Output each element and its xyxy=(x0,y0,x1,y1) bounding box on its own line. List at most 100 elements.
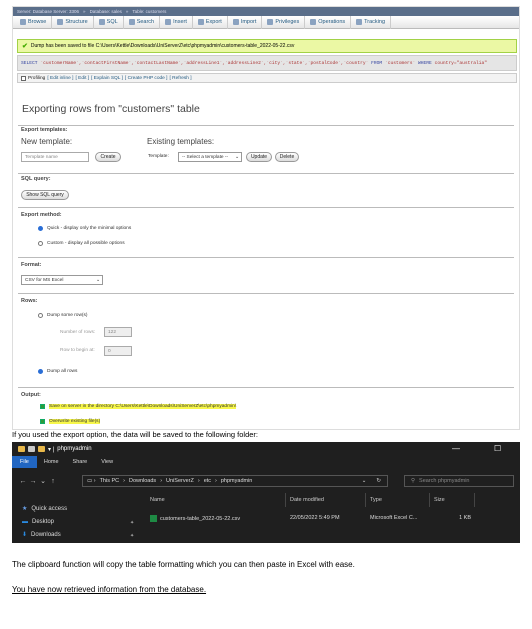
create-php-link[interactable]: [ Create PHP code ] xyxy=(125,76,168,81)
tab-import[interactable]: Import xyxy=(228,15,263,29)
sql-condition: country="australia" xyxy=(434,60,487,66)
path-separator: › xyxy=(215,478,217,484)
file-row[interactable]: customers-table_2022-05-22.csv 22/05/202… xyxy=(146,512,520,524)
nav-desktop[interactable]: ▬ Desktop xyxy=(22,515,67,528)
method-quick-option[interactable]: Quick - display only the minimal options xyxy=(38,226,131,231)
ribbon-tab-share[interactable]: Share xyxy=(66,459,95,465)
explain-sql-link[interactable]: [ Explain SQL ] xyxy=(91,76,123,81)
breadcrumb-separator: » xyxy=(125,9,129,14)
nav-label: Downloads xyxy=(31,531,61,538)
breadcrumb-database[interactable]: Database: sales xyxy=(90,9,122,14)
column-date-modified[interactable]: Date modified xyxy=(286,493,366,507)
tab-label: Browse xyxy=(28,19,47,25)
chevron-down-icon: ⌄ xyxy=(234,154,239,160)
column-type[interactable]: Type xyxy=(366,493,430,507)
excel-csv-icon xyxy=(150,514,157,522)
tab-insert[interactable]: Insert xyxy=(160,15,193,29)
tab-sql[interactable]: SQL xyxy=(94,15,124,29)
refresh-icon[interactable]: ↻ xyxy=(376,478,381,484)
template-name-input[interactable]: Template name xyxy=(21,152,89,162)
minimize-button[interactable]: — xyxy=(452,444,460,453)
import-icon xyxy=(232,19,239,25)
browse-icon xyxy=(20,19,26,25)
back-icon[interactable]: ← xyxy=(18,478,28,485)
row-to-begin-input[interactable]: 0 xyxy=(104,346,132,356)
tab-privileges[interactable]: Privileges xyxy=(262,15,306,29)
dump-all-rows-radio[interactable] xyxy=(38,369,43,374)
row-to-begin-label: Row to begin at: xyxy=(60,348,95,353)
path-segment[interactable]: Downloads xyxy=(129,478,156,484)
dump-all-rows-option[interactable]: Dump all rows xyxy=(38,369,77,374)
method-custom-radio[interactable] xyxy=(38,241,43,246)
show-sql-query-button[interactable]: Show SQL query xyxy=(21,190,69,200)
download-icon: ⬇ xyxy=(22,532,28,538)
path-segment[interactable]: phpmyadmin xyxy=(221,478,253,484)
column-name[interactable]: Name xyxy=(146,493,286,507)
structure-icon xyxy=(57,19,64,25)
dump-some-rows-radio[interactable] xyxy=(38,313,43,318)
divider xyxy=(18,387,514,388)
tab-label: Import xyxy=(240,19,257,25)
template-select[interactable]: -- Select a template -- ⌄ xyxy=(178,152,242,162)
path-segment[interactable]: etc xyxy=(204,478,211,484)
path-segment[interactable]: This PC xyxy=(100,478,120,484)
column-size[interactable]: Size xyxy=(430,493,475,507)
format-heading: Format: xyxy=(21,262,42,268)
refresh-link[interactable]: [ Refresh ] xyxy=(170,76,192,81)
tab-operations[interactable]: Operations xyxy=(305,15,352,29)
edit-inline-link[interactable]: [ Edit inline ] xyxy=(47,76,73,81)
success-text: Dump has been saved to file C:\Users\Ket… xyxy=(30,43,295,49)
address-bar[interactable]: ▭ › This PC › Downloads › UniServerZ › etc ›… xyxy=(82,475,388,487)
tab-label: Export xyxy=(205,19,222,25)
explorer-ribbon: File Home Share View xyxy=(12,456,520,468)
nav-label: Desktop xyxy=(32,518,55,525)
chevron-down-icon[interactable]: ⌄ xyxy=(38,477,48,485)
sql-icon xyxy=(98,19,105,25)
number-of-rows-input[interactable]: 122 xyxy=(104,327,132,337)
chevron-down-icon[interactable]: ⌄ xyxy=(362,478,367,484)
tab-search[interactable]: Search xyxy=(124,15,161,29)
ribbon-tab-view[interactable]: View xyxy=(94,459,120,465)
sql-from: FROM xyxy=(371,60,383,66)
dump-some-rows-option[interactable]: Dump some row(s) xyxy=(38,313,88,318)
caption-export-folder: If you used the export option, the data … xyxy=(12,430,258,439)
breadcrumb-table[interactable]: Table: customers xyxy=(132,9,166,14)
edit-link[interactable]: [ Edit ] xyxy=(75,76,89,81)
maximize-button[interactable]: ☐ xyxy=(494,444,501,453)
privileges-icon xyxy=(267,19,274,25)
profiling-checkbox[interactable] xyxy=(21,75,26,81)
pin-icon[interactable]: ✦ xyxy=(130,520,134,526)
up-icon[interactable]: ↑ xyxy=(48,478,58,485)
nav-downloads[interactable]: ⬇ Downloads xyxy=(22,528,67,541)
create-template-button[interactable]: Create xyxy=(95,152,121,162)
nav-quick-access[interactable]: ★ Quick access xyxy=(22,502,67,515)
sql-table: `customers` xyxy=(384,60,416,66)
method-custom-option[interactable]: Custom - display all possible options xyxy=(38,241,125,246)
save-on-server-option[interactable]: Save on server in the directory C:\Users… xyxy=(40,404,237,409)
format-select[interactable]: CSV for MS Excel ⌄ xyxy=(21,275,103,285)
overwrite-option[interactable]: Overwrite existing file(s) xyxy=(40,419,101,424)
ribbon-tab-home[interactable]: Home xyxy=(37,459,66,465)
update-template-button[interactable]: Update xyxy=(246,152,272,162)
pin-icon[interactable]: ✦ xyxy=(130,533,134,539)
divider xyxy=(18,257,514,258)
breadcrumb-server[interactable]: Server: Database Server: 3306 xyxy=(17,9,79,14)
ribbon-tab-file[interactable]: File xyxy=(12,456,37,468)
save-on-server-label: Save on server in the directory C:\Users… xyxy=(49,404,237,409)
save-on-server-checkbox[interactable] xyxy=(40,404,45,409)
folder-icon xyxy=(38,446,45,452)
dropdown-icon[interactable]: ▾ | xyxy=(48,446,54,453)
tab-browse[interactable]: Browse xyxy=(15,15,53,29)
pc-icon: ▭ › xyxy=(87,478,96,484)
path-segment[interactable]: UniServerZ xyxy=(166,478,194,484)
tracking-icon xyxy=(356,19,363,25)
overwrite-checkbox[interactable] xyxy=(40,419,45,424)
delete-template-button[interactable]: Delete xyxy=(275,152,299,162)
tab-tracking[interactable]: Tracking xyxy=(351,15,392,29)
method-quick-radio[interactable] xyxy=(38,226,43,231)
desktop-icon: ▬ xyxy=(22,518,28,525)
forward-icon[interactable]: → xyxy=(28,478,38,485)
tab-export[interactable]: Export xyxy=(193,15,228,29)
search-box[interactable]: ⚲ Search phpmyadmin xyxy=(404,475,514,487)
tab-structure[interactable]: Structure xyxy=(52,15,94,29)
